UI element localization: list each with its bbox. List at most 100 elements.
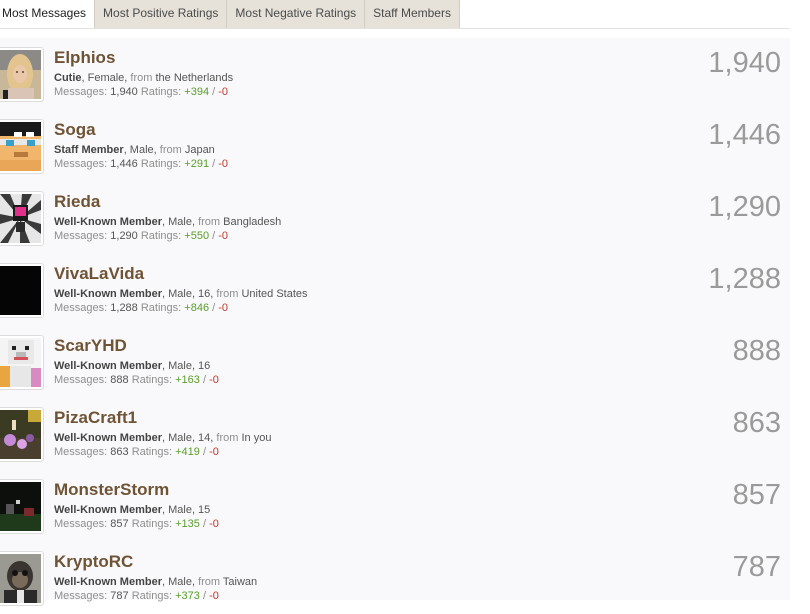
member-message-count: 1,940 xyxy=(110,86,138,98)
member-score: 1,288 xyxy=(708,263,781,295)
member-info: Well-Known Member, Male, 16, from United… xyxy=(54,288,308,300)
black-avatar xyxy=(0,266,41,315)
member-title: Well-Known Member xyxy=(54,360,162,372)
negative-ratings: -0 xyxy=(218,158,229,170)
member-from-label: from xyxy=(216,432,239,444)
avatar[interactable] xyxy=(0,338,41,387)
member-location: In you xyxy=(241,432,272,444)
avatar-frame[interactable] xyxy=(0,119,44,174)
avatar-frame[interactable] xyxy=(0,407,44,462)
messages-label: Messages: xyxy=(54,158,108,170)
member-username[interactable]: VivaLaVida xyxy=(54,264,144,284)
member-info: Cutie, Female, from the Netherlands xyxy=(54,72,233,84)
game-scene-avatar xyxy=(0,410,41,459)
member-row: VivaLaVida Well-Known Member, Male, 16, … xyxy=(0,254,790,326)
member-row: PizaCraft1 Well-Known Member, Male, 14, … xyxy=(0,398,790,470)
member-location: Japan xyxy=(184,144,215,156)
member-info: Well-Known Member, Male, from Bangladesh xyxy=(54,216,281,228)
member-username[interactable]: Rieda xyxy=(54,192,100,212)
positive-ratings: +373 xyxy=(175,590,200,602)
avatar-frame[interactable] xyxy=(0,551,44,606)
member-stats: Messages: 888 Ratings: +163 / -0 xyxy=(54,374,219,386)
tab-staff-members[interactable]: Staff Members xyxy=(365,0,460,28)
member-score: 863 xyxy=(732,407,781,439)
ratings-separator: / xyxy=(209,230,219,242)
white-bear-skin-avatar xyxy=(0,338,41,387)
dark-game-scene-avatar xyxy=(0,482,41,531)
member-details: , Male, xyxy=(123,144,160,156)
member-score: 857 xyxy=(732,479,781,511)
avatar[interactable] xyxy=(0,50,41,99)
member-title: Well-Known Member xyxy=(54,504,162,516)
avatar-frame[interactable] xyxy=(0,335,44,390)
positive-ratings: +846 xyxy=(184,302,210,314)
member-message-count: 1,446 xyxy=(110,158,138,170)
tab-most-messages[interactable]: Most Messages xyxy=(0,0,96,28)
member-row: MonsterStorm Well-Known Member, Male, 15… xyxy=(0,470,790,542)
avatar[interactable] xyxy=(0,194,41,243)
member-message-count: 1,288 xyxy=(110,302,138,314)
positive-ratings: +550 xyxy=(184,230,210,242)
member-from-label: from xyxy=(198,216,221,228)
member-row: Elphios Cutie, Female, from the Netherla… xyxy=(0,38,790,110)
avatar[interactable] xyxy=(0,122,41,171)
ratings-separator: / xyxy=(199,590,210,602)
member-stats: Messages: 857 Ratings: +135 / -0 xyxy=(54,518,219,530)
avatar[interactable] xyxy=(0,266,41,315)
ratings-label: Ratings: xyxy=(140,158,182,170)
avatar[interactable] xyxy=(0,482,41,531)
positive-ratings: +135 xyxy=(175,518,200,530)
member-title: Well-Known Member xyxy=(54,432,162,444)
member-location: the Netherlands xyxy=(155,72,234,84)
ratings-label: Ratings: xyxy=(131,446,173,458)
messages-label: Messages: xyxy=(54,518,108,530)
member-row: Soga Staff Member, Male, from Japan Mess… xyxy=(0,110,790,182)
member-username[interactable]: ScarYHD xyxy=(54,336,127,356)
member-message-count: 1,290 xyxy=(110,230,138,242)
member-score: 787 xyxy=(732,551,781,583)
member-username[interactable]: KryptoRC xyxy=(54,552,133,572)
tab-most-negative-ratings[interactable]: Most Negative Ratings xyxy=(227,0,366,28)
member-location: Taiwan xyxy=(222,576,258,588)
avatar-frame[interactable] xyxy=(0,191,44,246)
positive-ratings: +419 xyxy=(175,446,200,458)
ratings-separator: / xyxy=(209,158,219,170)
member-username[interactable]: Soga xyxy=(54,120,96,140)
member-stats: Messages: 863 Ratings: +419 / -0 xyxy=(54,446,219,458)
member-details: , Male, 15 xyxy=(161,504,211,516)
ratings-label: Ratings: xyxy=(131,518,173,530)
member-location: United States xyxy=(241,288,308,300)
member-title: Well-Known Member xyxy=(54,216,162,228)
member-stats: Messages: 1,290 Ratings: +550 / -0 xyxy=(54,230,228,242)
sunburst-character-avatar xyxy=(0,194,41,243)
avatar-frame[interactable] xyxy=(0,479,44,534)
member-username[interactable]: PizaCraft1 xyxy=(54,408,137,428)
avatar[interactable] xyxy=(0,554,41,603)
avatar[interactable] xyxy=(0,410,41,459)
member-title: Cutie xyxy=(54,72,82,84)
monkey-photo-avatar xyxy=(0,554,41,603)
member-row: Rieda Well-Known Member, Male, from Bang… xyxy=(0,182,790,254)
ratings-label: Ratings: xyxy=(140,230,182,242)
member-score: 888 xyxy=(732,335,781,367)
ratings-separator: / xyxy=(209,86,219,98)
member-username[interactable]: MonsterStorm xyxy=(54,480,169,500)
messages-label: Messages: xyxy=(54,374,108,386)
member-username[interactable]: Elphios xyxy=(54,48,115,68)
member-details: , Male, xyxy=(161,216,199,228)
negative-ratings: -0 xyxy=(218,230,229,242)
avatar-frame[interactable] xyxy=(0,47,44,102)
member-score: 1,290 xyxy=(708,191,781,223)
member-info: Well-Known Member, Male, 15 xyxy=(54,504,210,516)
member-info: Well-Known Member, Male, 16 xyxy=(54,360,210,372)
messages-label: Messages: xyxy=(54,590,108,602)
avatar-frame[interactable] xyxy=(0,263,44,318)
member-list: Elphios Cutie, Female, from the Netherla… xyxy=(0,38,790,606)
member-message-count: 888 xyxy=(110,374,129,386)
member-message-count: 787 xyxy=(110,590,129,602)
member-stats: Messages: 787 Ratings: +373 / -0 xyxy=(54,590,219,602)
messages-label: Messages: xyxy=(54,230,108,242)
tab-most-positive-ratings[interactable]: Most Positive Ratings xyxy=(95,0,228,28)
tab-bar: Most Messages Most Positive Ratings Most… xyxy=(0,0,790,29)
member-message-count: 863 xyxy=(110,446,129,458)
